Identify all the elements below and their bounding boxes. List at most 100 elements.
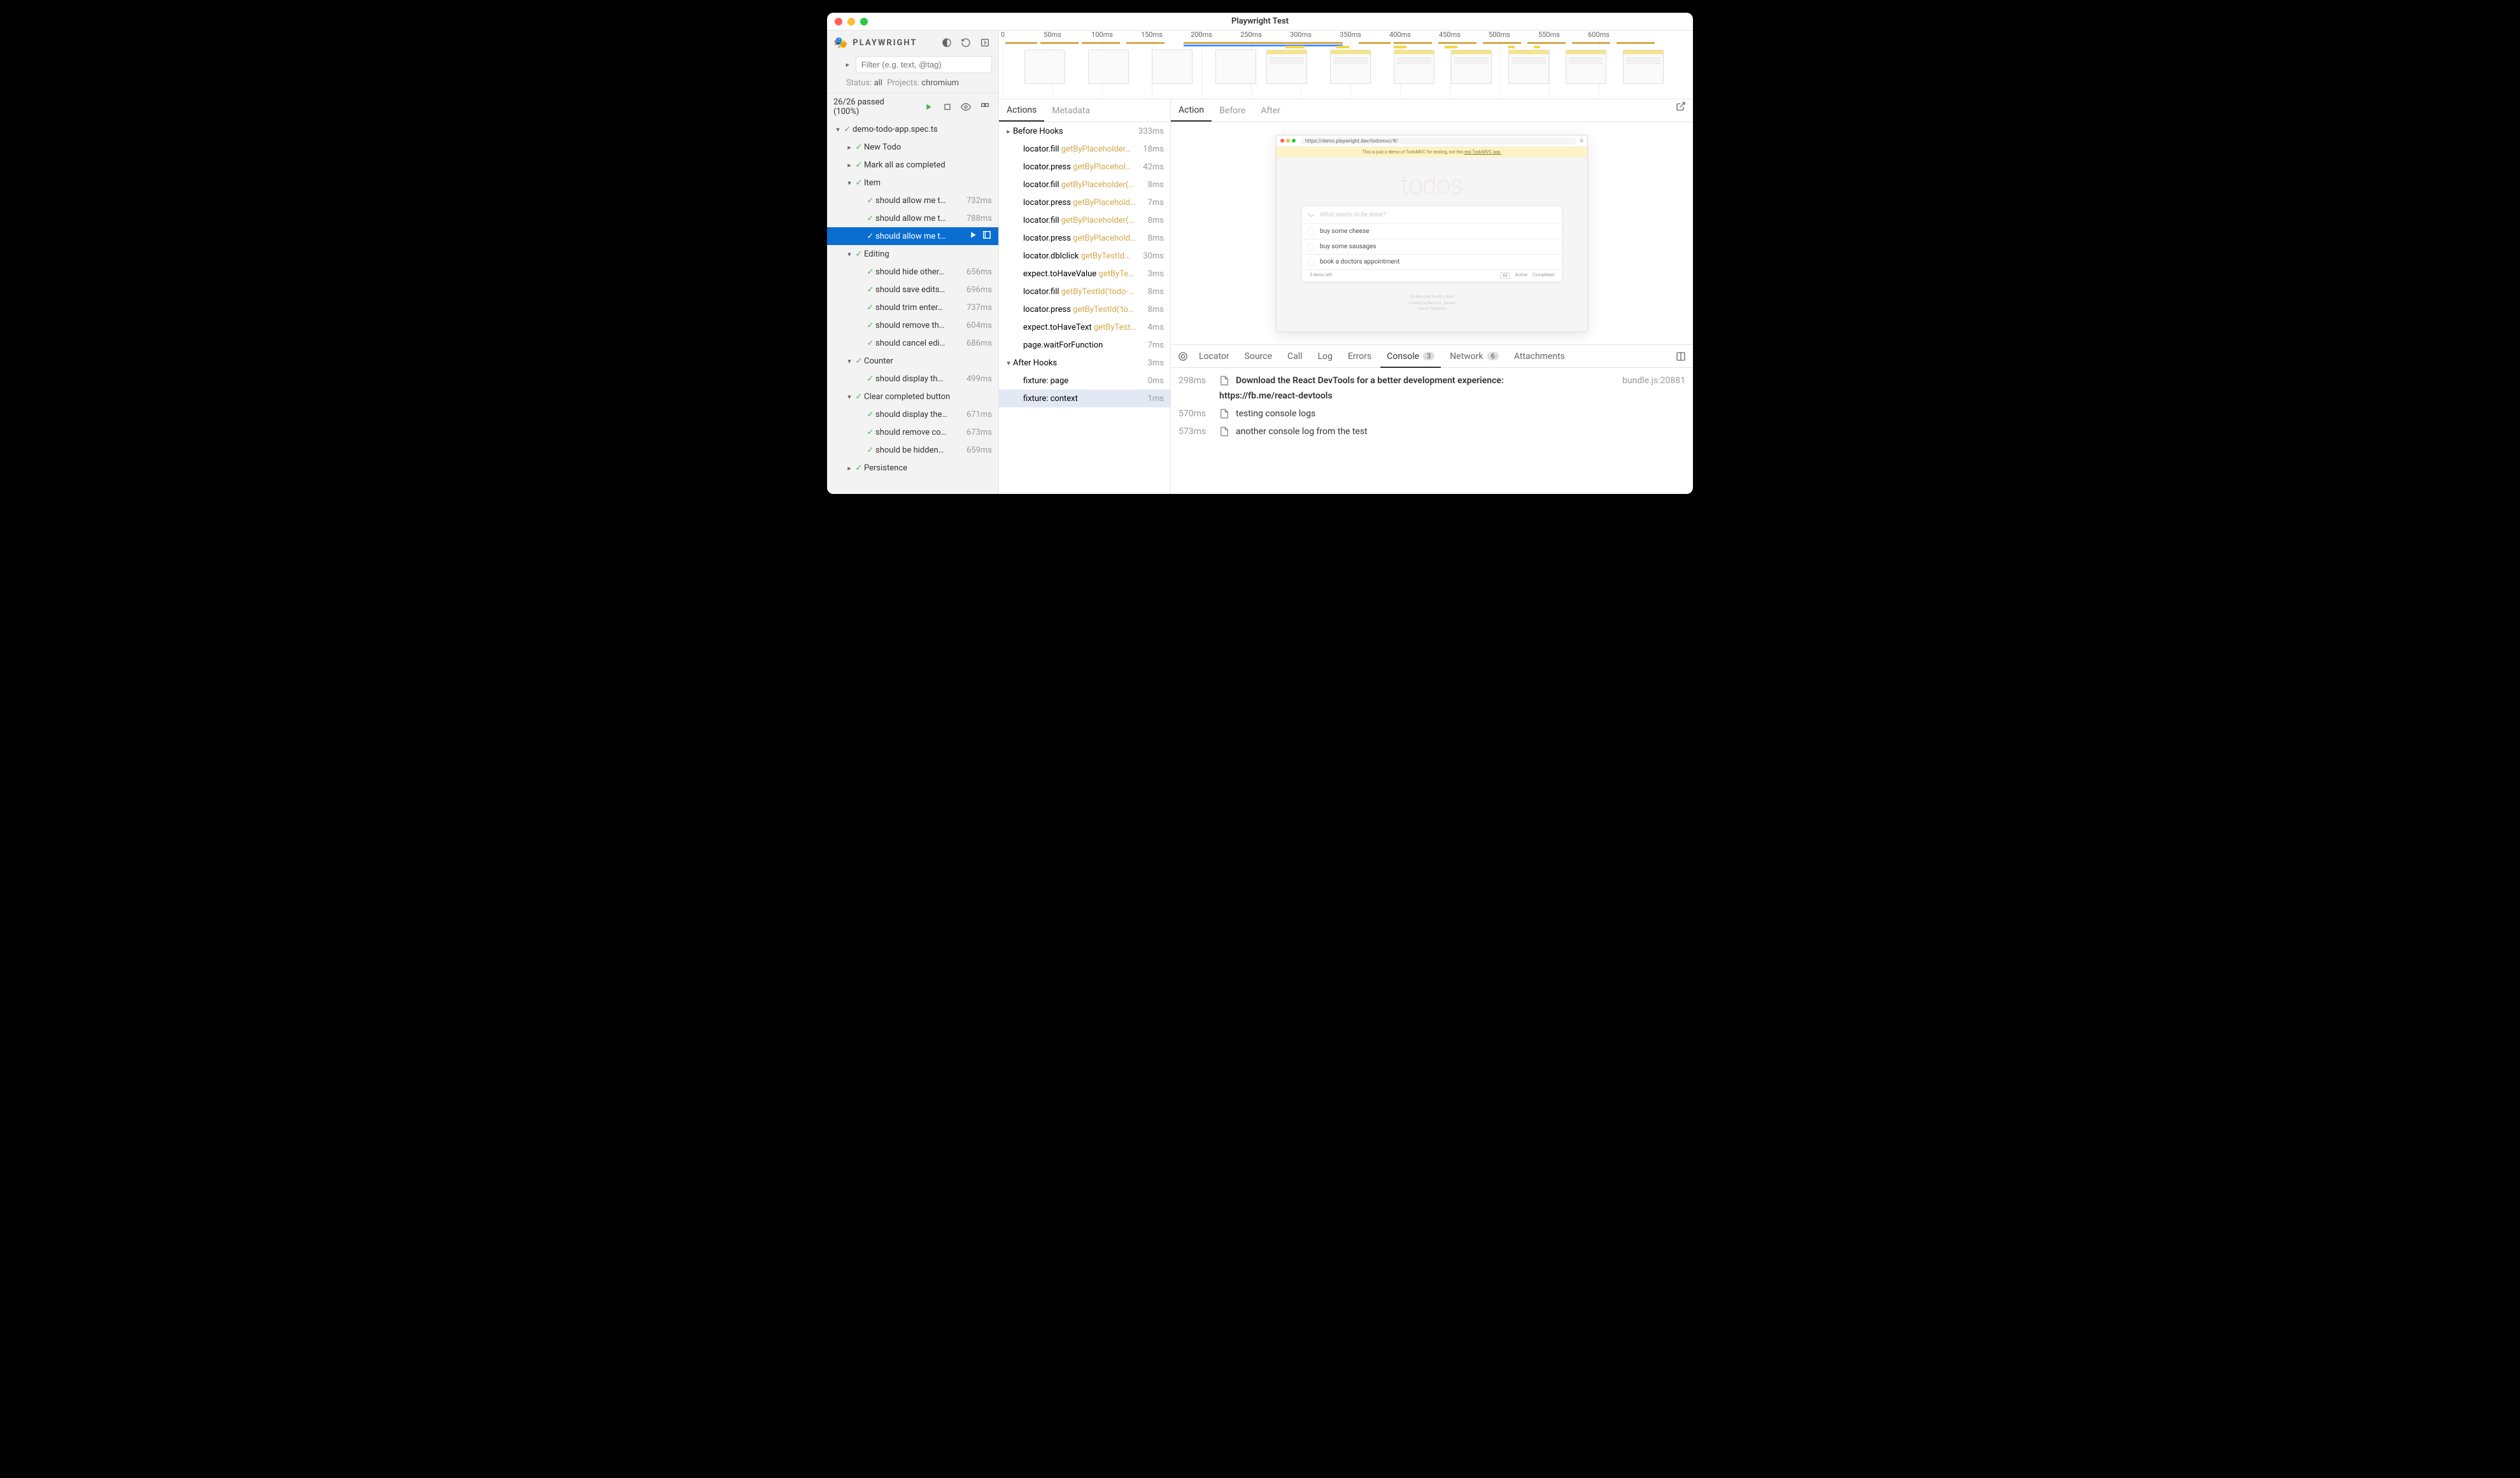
action-row[interactable]: fixture: context 1ms (999, 390, 1170, 407)
action-row[interactable]: fixture: page 0ms (999, 372, 1170, 390)
tab-action[interactable]: Action (1171, 99, 1212, 122)
timeline-thumbnail[interactable] (1152, 50, 1193, 84)
tree-row[interactable]: ✓ should remove th… 604ms (827, 316, 998, 334)
action-row[interactable]: page.waitForFunction 7ms (999, 336, 1170, 354)
tree-row[interactable]: ✓ should remove co… 673ms (827, 423, 998, 441)
bottom-tab-log[interactable]: Log (1312, 345, 1339, 367)
action-row[interactable]: expect.toHaveValue getByTe… 3ms (999, 265, 1170, 283)
bottom-tab-call[interactable]: Call (1281, 345, 1309, 367)
tree-row[interactable]: ✓ should save edits… 696ms (827, 281, 998, 299)
timeline-thumbnail[interactable] (1024, 50, 1065, 84)
action-label: locator.fill getByPlaceholder… (1013, 144, 1143, 154)
tree-row[interactable]: ✓ should cancel edi… 686ms (827, 334, 998, 352)
tab-actions[interactable]: Actions (999, 99, 1044, 122)
duration: 686ms (966, 339, 992, 348)
filter-input[interactable] (856, 56, 992, 73)
tree-row[interactable]: ▸ ✓ New Todo (827, 138, 998, 156)
tree-row[interactable]: ▾ ✓ Clear completed button (827, 388, 998, 405)
filter-chevron-icon[interactable]: ▸ (844, 60, 852, 69)
play-icon[interactable] (968, 230, 978, 243)
tree-label: should save edits… (875, 285, 966, 295)
bottom-tab-errors[interactable]: Errors (1341, 345, 1378, 367)
theme-toggle-icon[interactable] (940, 36, 954, 50)
tree-row[interactable]: ✓ should allow me t… 732ms (827, 192, 998, 209)
check-icon: ✓ (865, 321, 875, 330)
tree-label: Editing (864, 250, 992, 259)
action-row[interactable]: ▾ After Hooks 3ms (999, 354, 1170, 372)
action-row[interactable]: locator.dblclick getByTestId… 30ms (999, 247, 1170, 265)
layout-toggle-icon[interactable] (1674, 349, 1688, 363)
action-row[interactable]: locator.press getByPlacehold… 8ms (999, 229, 1170, 247)
console-source[interactable]: bundle.js:20881 (1622, 376, 1685, 386)
project-value[interactable]: chromium (921, 78, 959, 88)
stop-icon[interactable] (940, 100, 954, 114)
action-row[interactable]: locator.press getByPlacehold… 7ms (999, 194, 1170, 211)
tree-row[interactable]: ✓ should allow me t… (827, 227, 998, 245)
action-row[interactable]: locator.press getByTestId('to… 8ms (999, 300, 1170, 318)
run-icon[interactable] (921, 100, 935, 114)
timeline-thumbnail[interactable] (1215, 50, 1256, 84)
reload-icon[interactable] (959, 36, 973, 50)
tree-row[interactable]: ✓ should be hidden… 659ms (827, 441, 998, 459)
action-duration: 8ms (1148, 287, 1164, 297)
status-value[interactable]: all (874, 78, 882, 88)
action-row[interactable]: locator.fill getByPlaceholder… 18ms (999, 140, 1170, 158)
tree-row[interactable]: ▾ ✓ demo-todo-app.spec.ts (827, 120, 998, 138)
tree-row[interactable]: ▾ ✓ Editing (827, 245, 998, 263)
minimize-window-icon[interactable] (847, 18, 855, 25)
tree-row[interactable]: ✓ should display the… 671ms (827, 405, 998, 423)
action-row[interactable]: locator.fill getByPlaceholder(… 8ms (999, 211, 1170, 229)
bottom-tab-attachments[interactable]: Attachments (1508, 345, 1571, 367)
tree-row[interactable]: ✓ should hide other… 656ms (827, 263, 998, 281)
timeline-thumbnail[interactable] (1394, 50, 1434, 84)
bottom-tab-source[interactable]: Source (1238, 345, 1278, 367)
check-icon: ✓ (865, 267, 875, 277)
inspect-icon[interactable] (1176, 349, 1190, 363)
tab-metadata[interactable]: Metadata (1044, 99, 1098, 122)
show-source-icon[interactable] (982, 230, 992, 243)
timeline-thumbnail[interactable] (1266, 50, 1307, 84)
bottom-tab-console[interactable]: Console 3 (1380, 345, 1441, 367)
tab-before[interactable]: Before (1212, 99, 1253, 122)
popout-icon[interactable] (1674, 99, 1688, 113)
timeline-thumbnail[interactable] (1508, 50, 1549, 84)
bottom-tab-network[interactable]: Network 6 (1443, 345, 1505, 367)
action-row[interactable]: locator.fill getByPlaceholder(… 8ms (999, 176, 1170, 194)
bottom-tab-locator[interactable]: Locator (1193, 345, 1236, 367)
expand-icon[interactable] (978, 36, 992, 50)
watch-icon[interactable] (959, 100, 973, 114)
timeline-thumbnail[interactable] (1623, 50, 1664, 84)
action-row[interactable]: locator.press getByPlacehol… 42ms (999, 158, 1170, 176)
tree-row[interactable]: ✓ should trim enter… 737ms (827, 299, 998, 316)
tree-row[interactable]: ▸ ✓ Persistence (827, 459, 998, 477)
close-window-icon[interactable] (835, 18, 842, 25)
tree-row[interactable]: ✓ should allow me t… 788ms (827, 209, 998, 227)
action-row[interactable]: ▸ Before Hooks 333ms (999, 122, 1170, 140)
duration: 671ms (966, 410, 992, 419)
maximize-window-icon[interactable] (860, 18, 868, 25)
tree-label: demo-todo-app.spec.ts (853, 125, 992, 134)
timeline-thumbnail[interactable] (1330, 50, 1371, 84)
summary-row: 26/26 passed (100%) (827, 94, 998, 120)
tree-row[interactable]: ✓ should display th… 499ms (827, 370, 998, 388)
timeline-thumbnail[interactable] (1566, 50, 1606, 84)
timeline[interactable]: 050ms100ms150ms200ms250ms300ms350ms400ms… (999, 31, 1693, 99)
action-row[interactable]: expect.toHaveText getByTest… 4ms (999, 318, 1170, 336)
tree-label: Clear completed button (864, 392, 992, 402)
chevron-icon: ▸ (845, 143, 854, 151)
tree-label: should hide other… (875, 267, 966, 277)
check-icon: ✓ (865, 196, 875, 206)
tree-row[interactable]: ▾ ✓ Item (827, 174, 998, 192)
tab-after[interactable]: After (1253, 99, 1288, 122)
timeline-thumbnail[interactable] (1451, 50, 1492, 84)
todo-input: What needs to be done? (1302, 206, 1562, 224)
action-row[interactable]: locator.fill getByTestId('todo-… 8ms (999, 283, 1170, 300)
tree-label: should allow me t… (875, 196, 966, 206)
console-link[interactable]: https://fb.me/react-devtools (1179, 391, 1685, 401)
tree-row[interactable]: ▾ ✓ Counter (827, 352, 998, 370)
timeline-bar-yellow (1394, 46, 1406, 48)
collapse-icon[interactable] (978, 100, 992, 114)
tree-label: should allow me t… (875, 214, 966, 223)
timeline-thumbnail[interactable] (1088, 50, 1129, 84)
tree-row[interactable]: ▸ ✓ Mark all as completed (827, 156, 998, 174)
